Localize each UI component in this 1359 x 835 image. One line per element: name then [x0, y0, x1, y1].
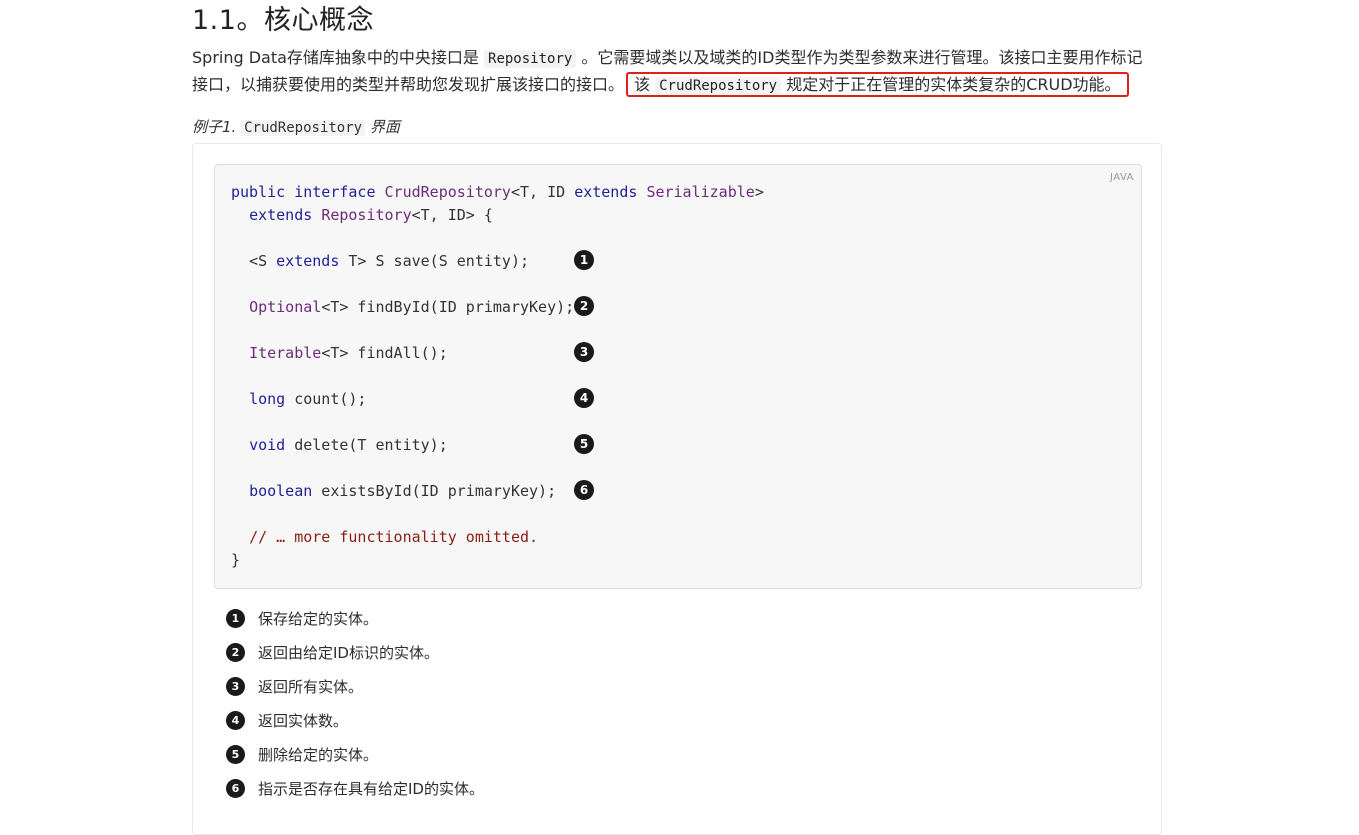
- language-tag: JAVA: [1109, 172, 1134, 183]
- callout-5-icon: 5: [574, 434, 594, 454]
- note-text: 返回实体数。: [258, 712, 349, 730]
- code-line: extends Repository<T, ID> {: [249, 206, 493, 224]
- code-listing[interactable]: JAVA public interface CrudRepository<T, …: [214, 164, 1142, 589]
- note-text: 保存给定的实体。: [258, 610, 379, 628]
- callout-3-icon: 3: [574, 342, 594, 362]
- callout-1-icon: 1: [574, 250, 594, 270]
- caption-prefix: 例子1.: [192, 118, 242, 136]
- callout-6-icon: 6: [574, 480, 594, 500]
- code-line: <S extends T> S save(S entity);: [249, 252, 530, 270]
- highlight-pre: 该: [634, 75, 656, 94]
- code-line: }: [231, 551, 241, 569]
- code-line: Iterable<T> findAll();: [249, 344, 448, 362]
- note-text: 返回所有实体。: [258, 678, 364, 696]
- callout-4-icon: 4: [574, 388, 594, 408]
- note-text: 删除给定的实体。: [258, 746, 379, 764]
- callout-6-icon: 6: [226, 779, 245, 798]
- note-text: 返回由给定ID标识的实体。: [258, 644, 439, 662]
- callout-1-icon: 1: [226, 609, 245, 628]
- highlighted-sentence: 该 CrudRepository 规定对于正在管理的实体类复杂的CRUD功能。: [626, 72, 1129, 97]
- repository-code: Repository: [484, 50, 577, 68]
- crudrepository-code: CrudRepository: [655, 77, 782, 95]
- code-line: // … more functionality omitted.: [249, 528, 539, 546]
- caption-code: CrudRepository: [241, 120, 366, 136]
- code-line: Optional<T> findById(ID primaryKey);: [249, 298, 575, 316]
- callout-5-icon: 5: [226, 745, 245, 764]
- callout-4-icon: 4: [226, 711, 245, 730]
- code-line: public interface CrudRepository<T, ID ex…: [231, 183, 764, 201]
- highlight-post: 规定对于正在管理的实体类复杂的CRUD功能。: [781, 75, 1121, 94]
- callout-2-icon: 2: [574, 296, 594, 316]
- section-title: 1.1。核心概念: [192, 5, 374, 36]
- code-line: boolean existsById(ID primaryKey);: [249, 482, 557, 500]
- code-line: long count();: [249, 390, 367, 408]
- callout-2-icon: 2: [226, 643, 245, 662]
- example-block: JAVA public interface CrudRepository<T, …: [192, 143, 1162, 835]
- para-text-1: Spring Data存储库抽象中的中央接口是: [192, 48, 485, 67]
- intro-paragraph: Spring Data存储库抽象中的中央接口是 Repository 。它需要域…: [192, 45, 1152, 99]
- caption-suffix: 界面: [365, 118, 400, 136]
- callout-3-icon: 3: [226, 677, 245, 696]
- note-text: 指示是否存在具有给定ID的实体。: [258, 780, 484, 798]
- example-caption: 例子1. CrudRepository 界面: [192, 116, 400, 137]
- code-line: void delete(T entity);: [249, 436, 448, 454]
